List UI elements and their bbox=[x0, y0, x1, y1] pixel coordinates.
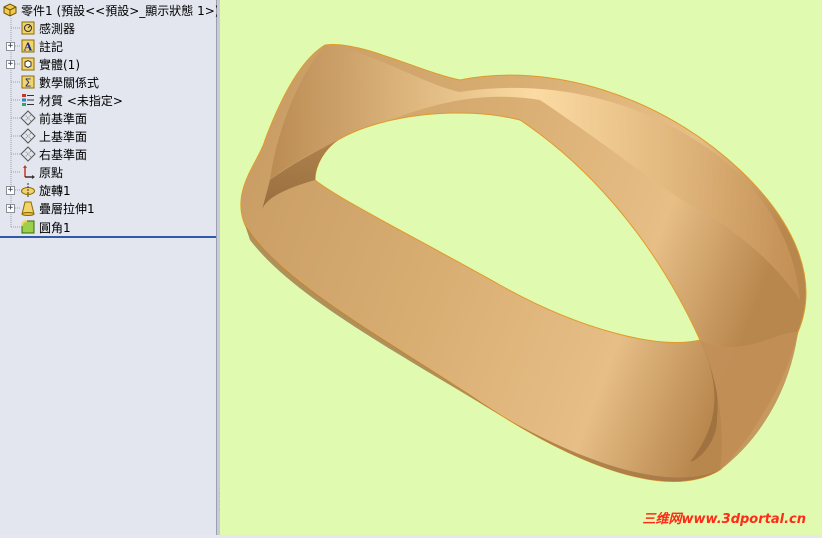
tree-root-part[interactable]: 零件1 (預設<<預設>_顯示狀態 1>) bbox=[2, 1, 219, 19]
tree-item-annotations[interactable]: A 註記 bbox=[20, 37, 63, 55]
annotation-icon: A bbox=[21, 39, 35, 54]
tree-item-fillet[interactable]: 圓角1 bbox=[20, 218, 71, 236]
plane-icon bbox=[20, 128, 36, 144]
tree-item-loft[interactable]: 疊層拉伸1 bbox=[20, 199, 95, 217]
tree-root-label: 零件1 (預設<<預設>_顯示狀態 1>) bbox=[21, 3, 220, 18]
tree-item-label: 註記 bbox=[39, 39, 64, 54]
tree-item-equations[interactable]: Σ 數學關係式 bbox=[20, 73, 99, 91]
watermark-text: 三维网www.3dportal.cn bbox=[642, 512, 806, 527]
tree-item-label: 圓角1 bbox=[39, 220, 71, 235]
mobius-ring-model[interactable] bbox=[220, 0, 822, 535]
tree-item-revolve[interactable]: 旋轉1 bbox=[20, 181, 71, 199]
tree-item-label: 上基準面 bbox=[39, 129, 88, 144]
tree-item-top-plane[interactable]: 上基準面 bbox=[20, 127, 87, 145]
tree-item-solid-bodies[interactable]: 實體(1) bbox=[20, 55, 80, 73]
tree-item-label: 前基準面 bbox=[39, 111, 88, 126]
svg-text:A: A bbox=[23, 41, 33, 54]
tree-item-label: 右基準面 bbox=[39, 147, 88, 162]
solid-bodies-icon bbox=[21, 57, 35, 71]
expand-revolve-toggle[interactable]: + bbox=[6, 186, 15, 195]
tree-item-front-plane[interactable]: 前基準面 bbox=[20, 109, 87, 127]
fillet-icon bbox=[21, 220, 35, 234]
feature-manager-tree: 零件1 (預設<<預設>_顯示狀態 1>) 感測器 + A 註記 + 實體(1)… bbox=[0, 0, 219, 535]
plane-icon bbox=[20, 110, 36, 126]
loft-icon bbox=[21, 201, 35, 216]
origin-icon bbox=[23, 165, 35, 179]
tree-item-label: 原點 bbox=[39, 165, 64, 180]
material-icon bbox=[22, 94, 34, 106]
tree-item-label: 旋轉1 bbox=[39, 183, 71, 198]
tree-item-label: 疊層拉伸1 bbox=[39, 201, 95, 216]
rollback-bar[interactable] bbox=[0, 236, 216, 238]
tree-item-label: 實體(1) bbox=[39, 57, 80, 72]
tree-item-right-plane[interactable]: 右基準面 bbox=[20, 145, 87, 163]
equations-icon: Σ bbox=[21, 75, 35, 90]
expand-loft-toggle[interactable]: + bbox=[6, 204, 15, 213]
graphics-viewport[interactable]: 三维网www.3dportal.cn bbox=[220, 0, 822, 535]
expand-annotations-toggle[interactable]: + bbox=[6, 42, 15, 51]
tree-item-label: 數學關係式 bbox=[39, 75, 100, 90]
tree-item-sensors[interactable]: 感測器 bbox=[20, 19, 75, 37]
tree-item-material[interactable]: 材質 <未指定> bbox=[20, 91, 123, 109]
expand-solid-bodies-toggle[interactable]: + bbox=[6, 60, 15, 69]
part-icon bbox=[3, 3, 17, 17]
tree-item-label: 感測器 bbox=[39, 21, 76, 36]
tree-item-label: 材質 <未指定> bbox=[39, 93, 123, 108]
tree-item-origin[interactable]: 原點 bbox=[20, 163, 63, 181]
svg-text:Σ: Σ bbox=[25, 77, 32, 90]
sensor-icon bbox=[21, 21, 35, 35]
plane-icon bbox=[20, 146, 36, 162]
revolve-icon bbox=[21, 183, 35, 197]
